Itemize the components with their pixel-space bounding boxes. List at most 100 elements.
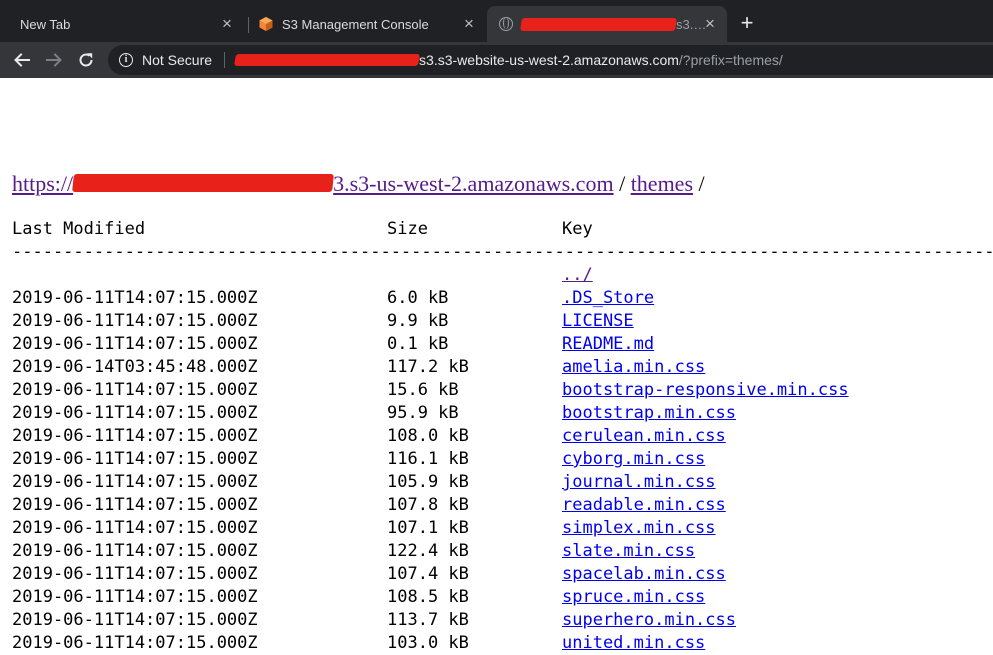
link-prefix: https:// [12,171,74,196]
size-cell: 103.0 kB [387,633,469,653]
reload-icon [79,53,93,67]
security-status[interactable]: Not Secure [142,52,212,68]
size-cell: 108.5 kB [387,587,469,607]
table-row: 2019-06-11T14:07:15.000Z 113.7 kB superher… [12,609,993,632]
file-link[interactable]: slate.min.css [562,540,695,563]
info-icon[interactable]: i [119,53,133,67]
last-modified-cell: 2019-06-11T14:07:15.000Z [12,426,258,446]
table-row: 2019-06-11T14:07:15.000Z 9.9 kB LICENSE [12,310,993,333]
size-cell: 116.1 kB [387,449,469,469]
breadcrumb-separator: / [613,171,631,196]
back-arrow-icon [14,53,30,67]
last-modified-cell: 2019-06-11T14:07:15.000Z [12,403,258,423]
size-cell: 0.1 kB [387,334,449,354]
parent-directory-link[interactable]: ../ [562,264,593,287]
file-link[interactable]: bootstrap.min.css [562,402,736,425]
reload-button[interactable] [74,48,98,72]
table-row: 2019-06-11T14:07:15.000Z 116.1 kB cyborg.m… [12,448,993,471]
file-listing: Last Modified Size Key -----------------… [12,218,993,655]
redacted-url-part [233,54,421,66]
tab-title: S3 Management Console [282,16,429,32]
page-title: https:// 3.s3-us-west-2.amazonaws.com / t… [12,171,705,197]
back-button[interactable] [10,48,34,72]
globe-icon [499,17,513,31]
size-cell: 105.9 kB [387,472,469,492]
table-row: 2019-06-11T14:07:15.000Z 103.0 kB united.m… [12,632,993,655]
last-modified-cell: 2019-06-11T14:07:15.000Z [12,564,258,584]
file-link[interactable]: .DS_Store [562,287,654,310]
last-modified-cell: 2019-06-11T14:07:15.000Z [12,449,258,469]
file-link[interactable]: LICENSE [562,310,634,333]
redacted-tab-title [520,17,677,31]
browser-toolbar: i Not Secure s3.s3-website-us-west-2.ama… [0,42,993,78]
link-suffix: 3.s3-us-west-2.amazonaws.com [333,171,614,196]
table-row: 2019-06-11T14:07:15.000Z 15.6 kB bootstrap… [12,379,993,402]
table-row: 2019-06-11T14:07:15.000Z 95.9 kB bootstrap… [12,402,993,425]
forward-arrow-icon [46,53,62,67]
file-link[interactable]: readable.min.css [562,494,726,517]
size-cell: 117.2 kB [387,357,469,377]
table-row: 2019-06-11T14:07:15.000Z 108.0 kB cerulean… [12,425,993,448]
file-link[interactable]: simplex.min.css [562,517,716,540]
table-row: 2019-06-11T14:07:15.000Z 107.1 kB simplex.… [12,517,993,540]
table-row: 2019-06-11T14:07:15.000Z 105.9 kB journal.… [12,471,993,494]
size-cell: 107.4 kB [387,564,469,584]
last-modified-cell: 2019-06-11T14:07:15.000Z [12,587,258,607]
file-link[interactable]: amelia.min.css [562,356,705,379]
close-icon[interactable]: × [218,15,236,33]
last-modified-cell: 2019-06-11T14:07:15.000Z [12,288,258,308]
table-row: 2019-06-11T14:07:15.000Z 107.4 kB spacelab… [12,563,993,586]
file-link[interactable]: cyborg.min.css [562,448,705,471]
file-link[interactable]: cerulean.min.css [562,425,726,448]
folder-link-themes[interactable]: themes [631,171,693,196]
bucket-root-link[interactable]: https:// 3.s3-us-west-2.amazonaws.com [12,171,614,196]
file-link[interactable]: spruce.min.css [562,586,705,609]
table-row: 2019-06-11T14:07:15.000Z 0.1 kB README.md [12,333,993,356]
file-link[interactable]: superhero.min.css [562,609,736,632]
size-cell: 15.6 kB [387,380,459,400]
file-link[interactable]: spacelab.min.css [562,563,726,586]
redacted-bucket-name [72,174,335,192]
table-row: 2019-06-14T03:45:48.000Z 117.2 kB amelia.m… [12,356,993,379]
tab-s3-console[interactable]: S3 Management Console × [250,6,486,42]
file-link[interactable]: README.md [562,333,654,356]
plus-icon[interactable]: + [737,12,757,34]
file-link[interactable]: united.min.css [562,632,705,655]
list-item-parent: ../ [12,264,993,287]
size-cell: 113.7 kB [387,610,469,630]
tab-current-bucket[interactable]: s3.… × [487,6,727,42]
last-modified-cell: 2019-06-11T14:07:15.000Z [12,541,258,561]
forward-button[interactable] [42,48,66,72]
last-modified-cell: 2019-06-11T14:07:15.000Z [12,334,258,354]
size-cell: 95.9 kB [387,403,459,423]
breadcrumb-separator: / [693,171,705,196]
s3-icon [259,17,273,31]
last-modified-cell: 2019-06-11T14:07:15.000Z [12,472,258,492]
close-icon[interactable]: × [460,15,478,33]
column-header-last-modified: Last Modified [12,219,146,239]
last-modified-cell: 2019-06-11T14:07:15.000Z [12,495,258,515]
file-link[interactable]: journal.min.css [562,471,716,494]
size-cell: 122.4 kB [387,541,469,561]
last-modified-cell: 2019-06-11T14:07:15.000Z [12,633,258,653]
size-cell: 108.0 kB [387,426,469,446]
table-row: 2019-06-11T14:07:15.000Z 122.4 kB slate.mi… [12,540,993,563]
file-link[interactable]: bootstrap-responsive.min.css [562,379,849,402]
url-path: /?prefix=themes/ [678,52,783,68]
tab-title: New Tab [20,16,71,32]
tab-new-tab[interactable]: New Tab × [8,6,244,42]
table-row: 2019-06-11T14:07:15.000Z 107.8 kB readable… [12,494,993,517]
close-icon[interactable]: × [701,15,719,33]
column-header-key: Key [562,219,593,239]
size-cell: 107.8 kB [387,495,469,515]
last-modified-cell: 2019-06-11T14:07:15.000Z [12,311,258,331]
table-row: 2019-06-11T14:07:15.000Z 108.5 kB spruce.m… [12,586,993,609]
last-modified-cell: 2019-06-14T03:45:48.000Z [12,357,258,377]
file-rows: 2019-06-11T14:07:15.000Z 6.0 kB .DS_Store 2… [12,287,993,655]
size-cell: 9.9 kB [387,311,449,331]
address-divider [224,52,226,68]
address-bar[interactable]: i Not Secure s3.s3-website-us-west-2.ama… [108,45,993,75]
last-modified-cell: 2019-06-11T14:07:15.000Z [12,518,258,538]
last-modified-cell: 2019-06-11T14:07:15.000Z [12,610,258,630]
tab-strip: New Tab × S3 Management Console × s3.… ×… [0,0,993,42]
